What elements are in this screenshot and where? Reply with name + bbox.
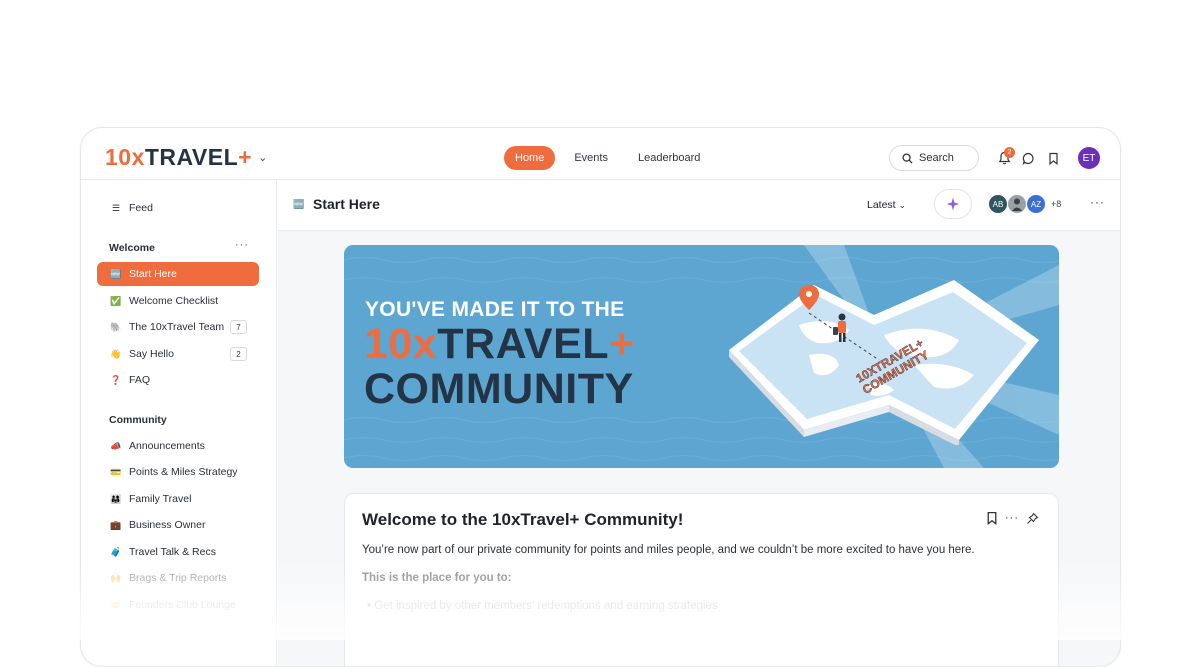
post-subheading: This is the place for you to:	[362, 572, 512, 584]
sidebar-section-welcome: Welcome	[109, 242, 155, 254]
avatar: AB	[988, 194, 1008, 214]
bookmark-icon[interactable]	[1045, 150, 1061, 166]
post-body: You’re now part of our private community…	[362, 544, 975, 556]
sort-dropdown[interactable]: Latest ⌄	[867, 199, 906, 211]
brand-logo[interactable]: 10x TRAVEL + ⌄	[105, 144, 268, 171]
sidebar-item-label: Travel Talk & Recs	[129, 546, 216, 558]
logo-word: TRAVEL	[144, 144, 239, 170]
family-icon: 👨‍👩‍👧	[110, 493, 122, 504]
main-nav: Home Events Leaderboard	[504, 146, 719, 170]
tab-home[interactable]: Home	[504, 146, 556, 170]
space-header: 🆕 Start Here Latest ⌄ AB AZ +8 ···	[278, 180, 1120, 231]
unread-count-badge: 2	[230, 347, 247, 361]
sidebar-item-say-hello[interactable]: 👋 Say Hello 2	[97, 342, 259, 366]
sparkle-icon	[946, 197, 960, 211]
feed-icon: ☰	[111, 202, 121, 213]
banner-word: TRAVEL	[437, 320, 610, 368]
handshake-icon: 🤝	[110, 599, 122, 610]
banner-line-2: 10xTRAVEL+	[364, 323, 635, 366]
briefcase-icon: 💼	[110, 519, 122, 530]
notification-count-badge: 2	[1004, 147, 1015, 158]
raised-hands-icon: 🙌	[110, 572, 122, 583]
sidebar-item-label: Founders Club Lounge	[129, 599, 236, 611]
sidebar-item-start-here[interactable]: 🆕 Start Here	[97, 262, 259, 286]
chat-bubble-icon[interactable]	[1020, 150, 1036, 166]
sidebar-item-business-owner[interactable]: 💼 Business Owner	[97, 513, 259, 537]
new-icon: 🆕	[110, 268, 122, 279]
members-more-count: +8	[1051, 199, 1062, 209]
tab-leaderboard[interactable]: Leaderboard	[627, 146, 711, 170]
unread-count-badge: 7	[230, 320, 247, 334]
sidebar-item-points-miles[interactable]: 💳 Points & Miles Strategy	[97, 460, 259, 484]
checkmark-icon: ✅	[110, 295, 122, 306]
main-content: 🆕 Start Here Latest ⌄ AB AZ +8 ··· YOU'V…	[278, 180, 1120, 666]
top-bar: 10x TRAVEL + ⌄ Home Events Leaderboard Sea…	[81, 128, 1120, 180]
section-more-icon[interactable]: ···	[235, 239, 249, 251]
avatar	[1007, 194, 1027, 214]
sidebar-item-announcements[interactable]: 📣 Announcements	[97, 434, 259, 458]
sidebar-item-brags[interactable]: 🙌 Brags & Trip Reports	[97, 566, 259, 590]
chevron-down-icon: ⌄	[898, 200, 907, 210]
tab-events[interactable]: Events	[563, 146, 619, 170]
folded-map-illustration: 10XTRAVEL+ COMMUNITY	[729, 280, 1039, 445]
avatar: AZ	[1026, 194, 1046, 214]
more-options-icon[interactable]: ···	[1090, 195, 1105, 209]
search-icon	[902, 152, 913, 164]
sidebar-item-founders-club[interactable]: 🤝 Founders Club Lounge	[97, 593, 259, 617]
post-bullet: • Get inspired by other members’ redempt…	[367, 600, 718, 612]
sidebar-item-feed[interactable]: ☰ Feed	[97, 196, 259, 220]
sidebar-item-label: Points & Miles Strategy	[129, 466, 238, 478]
chevron-down-icon[interactable]: ⌄	[258, 151, 268, 164]
post-card: Welcome to the 10xTravel+ Community! ···…	[344, 493, 1059, 666]
sidebar-item-label: Business Owner	[129, 519, 206, 531]
sidebar-item-label: The 10xTravel Team	[129, 321, 225, 333]
search-label: Search	[919, 152, 954, 164]
sidebar-item-label: Start Here	[129, 268, 177, 280]
sidebar: ☰ Feed Welcome ··· 🆕 Start Here ✅ Welcom…	[81, 180, 277, 666]
app-window: 10x TRAVEL + ⌄ Home Events Leaderboard Sea…	[80, 127, 1121, 667]
banner-line-3: COMMUNITY	[364, 365, 634, 413]
more-options-icon[interactable]: ···	[1005, 512, 1019, 524]
question-icon: ❓	[110, 374, 122, 385]
search-button[interactable]: Search	[889, 145, 979, 171]
new-icon: 🆕	[293, 199, 305, 209]
wave-icon: 👋	[110, 348, 122, 359]
logo-num: 10x	[105, 144, 145, 170]
sidebar-item-label: FAQ	[129, 374, 151, 386]
sidebar-item-family-travel[interactable]: 👨‍👩‍👧 Family Travel	[97, 487, 259, 511]
sidebar-section-community: Community	[109, 414, 167, 426]
megaphone-icon: 📣	[110, 440, 122, 451]
sidebar-item-label: Welcome Checklist	[129, 295, 219, 307]
sidebar-item-label: Brags & Trip Reports	[129, 572, 227, 584]
sidebar-item-faq[interactable]: ❓ FAQ	[97, 368, 259, 392]
elephant-icon: 🐘	[110, 321, 122, 332]
post-actions: ···	[986, 511, 1039, 525]
banner-plus: +	[609, 320, 635, 368]
ai-sparkle-button[interactable]	[934, 189, 972, 219]
sidebar-item-travel-talk[interactable]: 🧳 Travel Talk & Recs	[97, 540, 259, 564]
pin-icon[interactable]	[1026, 512, 1039, 525]
sidebar-item-label: Feed	[129, 202, 153, 214]
user-avatar[interactable]: ET	[1078, 147, 1100, 169]
credit-card-icon: 💳	[110, 466, 122, 477]
banner-num: 10x	[364, 320, 438, 368]
sidebar-item-label: Say Hello	[129, 348, 174, 360]
sort-label: Latest	[867, 199, 896, 211]
welcome-banner: YOU'VE MADE IT TO THE 10xTRAVEL+ COMMUNI…	[344, 245, 1059, 468]
sidebar-item-label: Announcements	[129, 440, 205, 452]
sidebar-item-welcome-checklist[interactable]: ✅ Welcome Checklist	[97, 289, 259, 313]
member-avatars[interactable]: AB AZ +8	[988, 194, 1061, 214]
post-bullet-text: Get inspired by other members’ redemptio…	[374, 600, 718, 612]
post-title: Welcome to the 10xTravel+ Community!	[362, 510, 684, 529]
bookmark-icon[interactable]	[986, 511, 998, 525]
sidebar-item-label: Family Travel	[129, 493, 192, 505]
sidebar-item-team[interactable]: 🐘 The 10xTravel Team 7	[97, 315, 259, 339]
luggage-icon: 🧳	[110, 546, 122, 557]
logo-plus: +	[238, 144, 253, 170]
banner-line-1: YOU'VE MADE IT TO THE	[365, 298, 625, 321]
page-title: Start Here	[313, 196, 380, 212]
